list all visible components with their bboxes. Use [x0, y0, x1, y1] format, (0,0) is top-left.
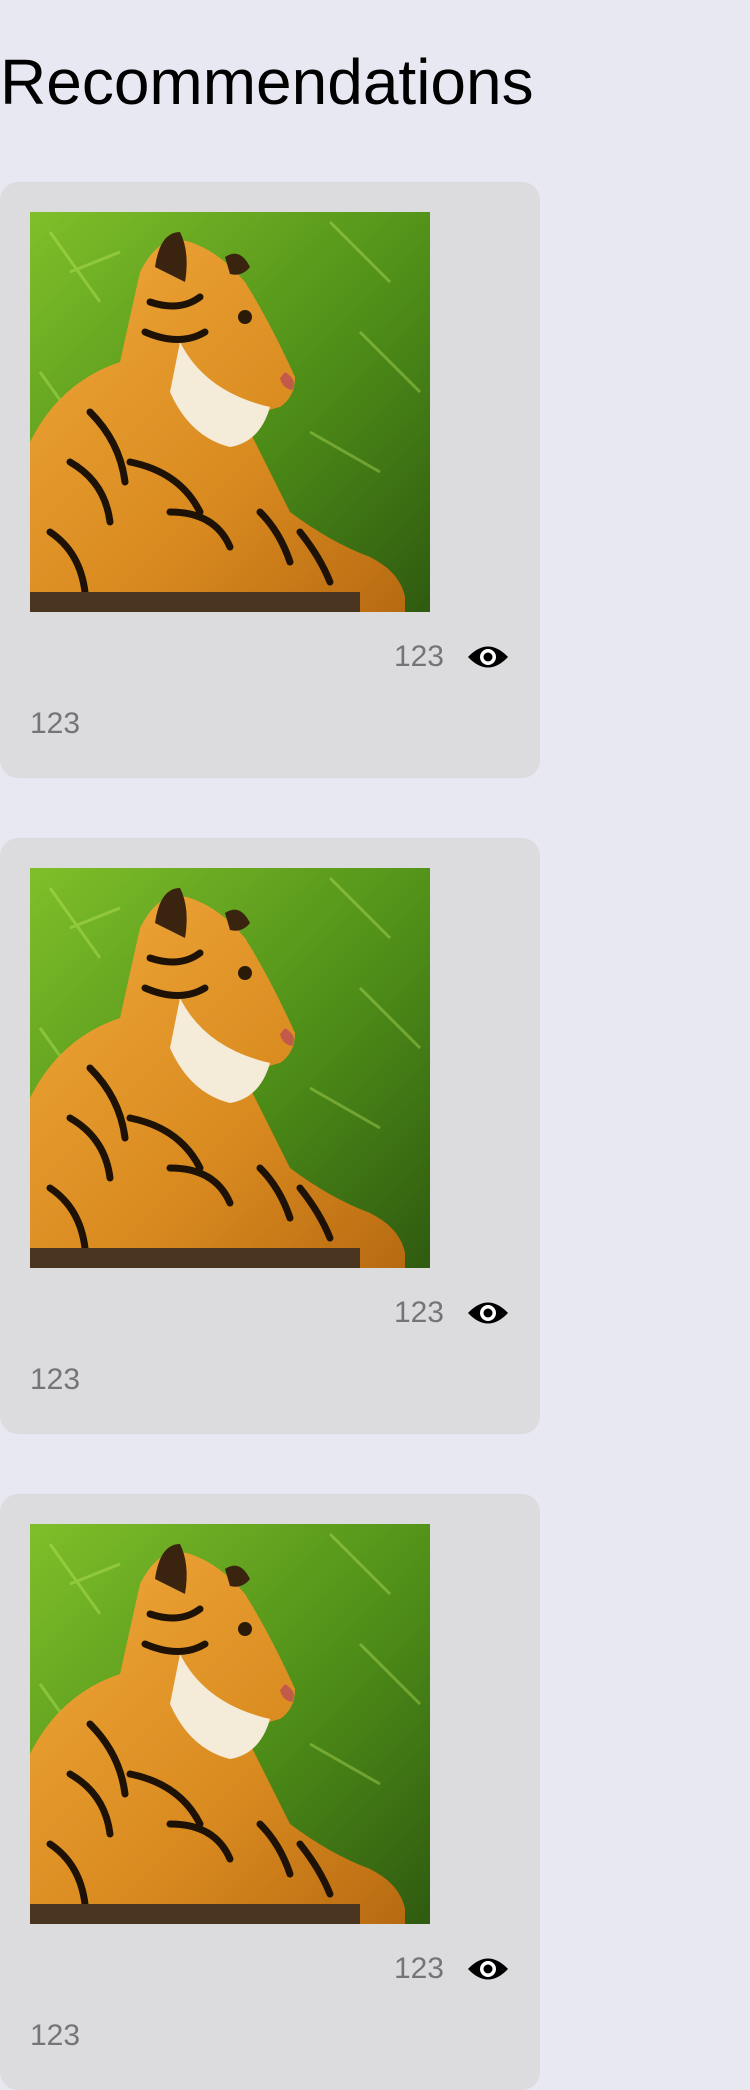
page-title: Recommendations	[0, 46, 534, 118]
tiger-image[interactable]	[30, 212, 430, 612]
views-row: 123	[394, 1293, 510, 1333]
views-row: 123	[394, 1949, 510, 1989]
views-count: 123	[393, 1952, 444, 1985]
recommendation-card[interactable]: 123 123	[0, 838, 540, 1434]
recommendations-page: Recommendations 123 123 123 123 123 123	[0, 0, 750, 2090]
eye-icon[interactable]	[466, 1298, 510, 1328]
card-caption: 123	[30, 1363, 81, 1396]
recommendation-card[interactable]: 123 123	[0, 182, 540, 778]
recommendation-card[interactable]: 123 123	[0, 1494, 540, 2090]
card-caption: 123	[30, 707, 81, 740]
eye-icon[interactable]	[466, 642, 510, 672]
tiger-photo-art	[30, 1524, 430, 1924]
views-count: 123	[393, 640, 444, 673]
tiger-image[interactable]	[30, 868, 430, 1268]
tiger-photo-art	[30, 868, 430, 1268]
tiger-image[interactable]	[30, 1524, 430, 1924]
tiger-photo-art	[30, 212, 430, 612]
card-caption: 123	[30, 2019, 81, 2052]
eye-icon[interactable]	[466, 1954, 510, 1984]
views-row: 123	[394, 637, 510, 677]
views-count: 123	[393, 1296, 444, 1329]
